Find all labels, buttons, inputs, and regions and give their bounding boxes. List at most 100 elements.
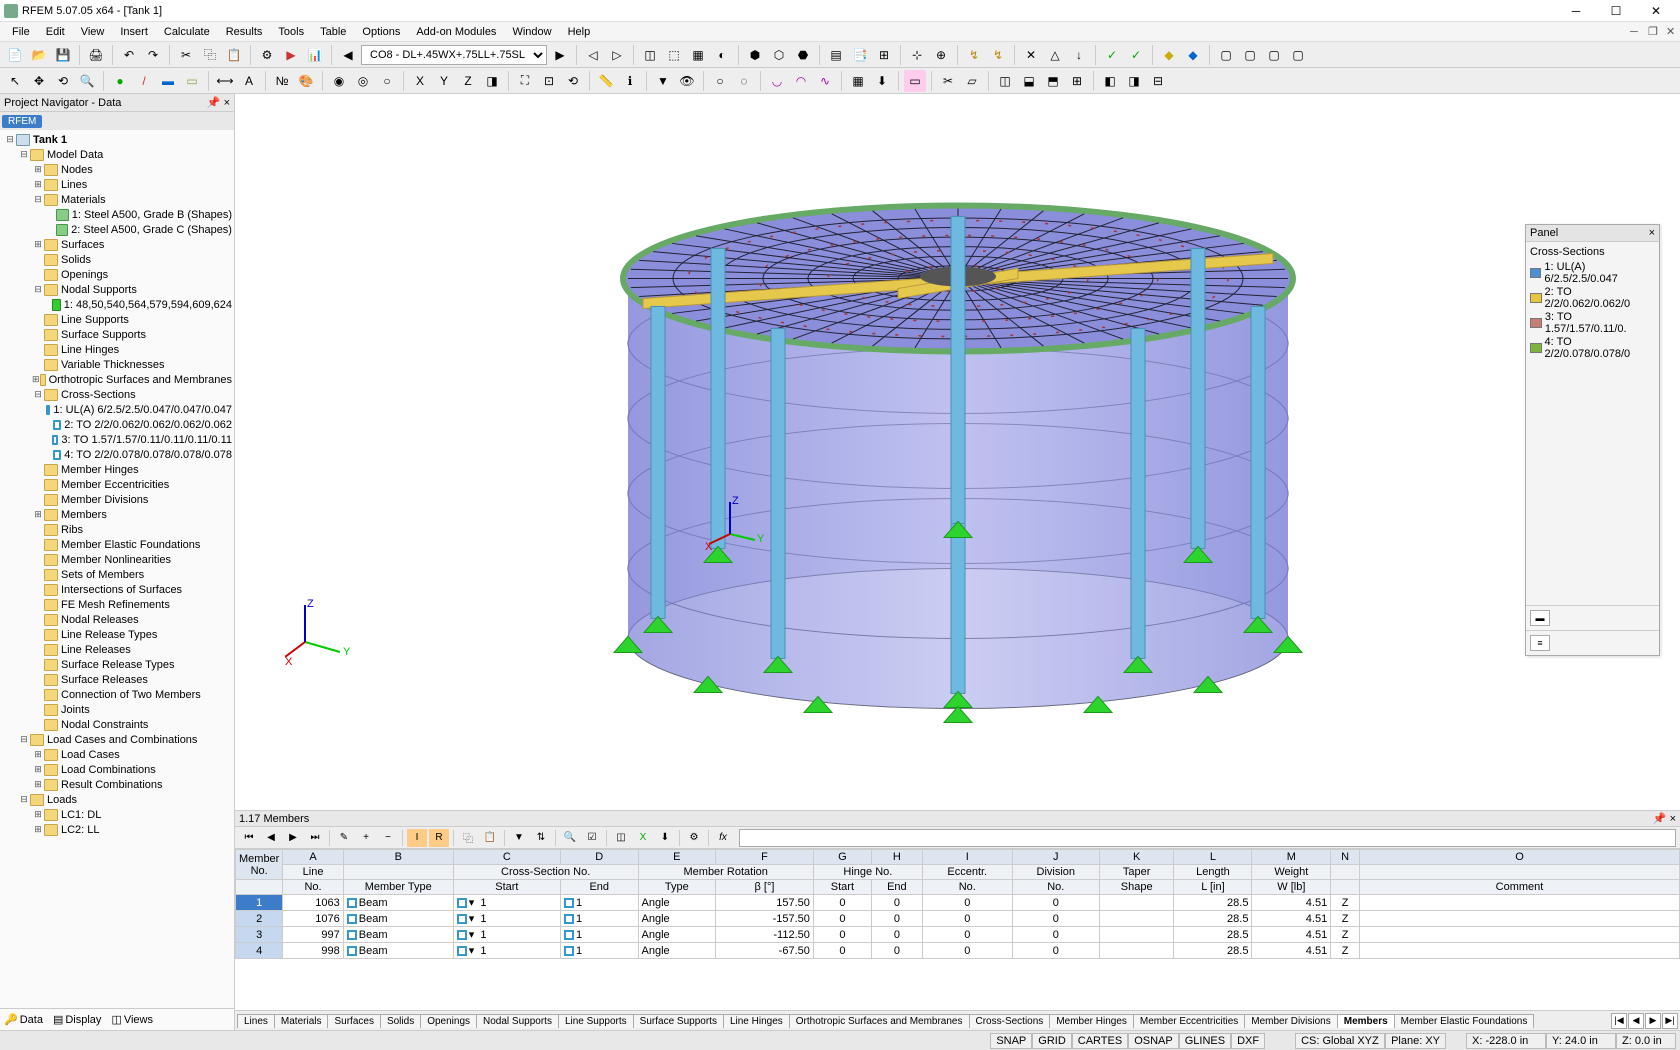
tool-b-icon[interactable]: ⬡	[768, 44, 790, 66]
menu-table[interactable]: Table	[312, 26, 354, 38]
line-icon[interactable]: /	[133, 70, 155, 92]
calc-icon[interactable]: ▶	[280, 44, 302, 66]
close-button[interactable]: ✕	[1636, 0, 1676, 22]
show1-icon[interactable]: ◉	[328, 70, 350, 92]
tree-line_releases[interactable]: Line Releases	[0, 642, 234, 657]
tree-line_hinges[interactable]: Line Hinges	[0, 342, 234, 357]
mdi-minimize-icon[interactable]: ─	[1622, 26, 1640, 38]
zoomall-icon[interactable]: ⛶	[514, 70, 536, 92]
tbl-filter-icon[interactable]: ▼	[509, 829, 529, 847]
tree-lc1[interactable]: ⊞LC1: DL	[0, 807, 234, 822]
nav-close-icon[interactable]: ×	[224, 97, 230, 109]
sel-icon[interactable]: ↯	[963, 44, 985, 66]
tree-materials[interactable]: ⊟Materials	[0, 192, 234, 207]
next-lc-icon[interactable]: ▶	[549, 44, 571, 66]
zoomwin-icon[interactable]: ⊡	[538, 70, 560, 92]
def1-icon[interactable]: ◡	[766, 70, 788, 92]
mdi-restore-icon[interactable]: ❐	[1640, 25, 1658, 38]
load-icon[interactable]: ↓	[1068, 44, 1090, 66]
tree-surface_releases[interactable]: Surface Releases	[0, 672, 234, 687]
tbl-view-icon[interactable]: ◫	[611, 829, 631, 847]
tbl-results-icon[interactable]: R	[429, 829, 449, 847]
cut-icon[interactable]: ✂	[175, 44, 197, 66]
tree-member_div[interactable]: Member Divisions	[0, 492, 234, 507]
units-icon[interactable]: ⚙	[256, 44, 278, 66]
tree-sets_members[interactable]: Sets of Members	[0, 567, 234, 582]
tree-member_ef[interactable]: Member Elastic Foundations	[0, 537, 234, 552]
panel-close-icon[interactable]: ×	[1649, 227, 1655, 239]
status-cartes[interactable]: CARTES	[1072, 1033, 1128, 1049]
def2-icon[interactable]: ◠	[790, 70, 812, 92]
move-icon[interactable]: ✥	[28, 70, 50, 92]
table-tab-members[interactable]: Members	[1337, 1014, 1395, 1028]
viso-icon[interactable]: ◨	[481, 70, 503, 92]
tree-cross_sections[interactable]: ⊟Cross-Sections	[0, 387, 234, 402]
mesh-icon[interactable]: ▦	[847, 70, 869, 92]
table-tab-lines[interactable]: Lines	[237, 1014, 275, 1028]
nav-tab-views[interactable]: ◫Views	[111, 1013, 153, 1026]
tbl-first-icon[interactable]: ⏮	[239, 829, 259, 847]
status-osnap[interactable]: OSNAP	[1128, 1033, 1179, 1049]
vx-icon[interactable]: X	[409, 70, 431, 92]
tree-model_data[interactable]: ⊟Model Data	[0, 147, 234, 162]
tbl-last-icon[interactable]: ⏭	[305, 829, 325, 847]
tree-orthotropic[interactable]: ⊞Orthotropic Surfaces and Membranes	[0, 372, 234, 387]
tbl-paste-icon[interactable]: 📋	[480, 829, 500, 847]
tree-surfaces[interactable]: ⊞Surfaces	[0, 237, 234, 252]
table-close-icon[interactable]: ×	[1670, 813, 1676, 825]
status-dxf[interactable]: DXF	[1231, 1033, 1265, 1049]
table-tab-nodal-supports[interactable]: Nodal Supports	[476, 1014, 559, 1028]
rotate-icon[interactable]: ⟲	[52, 70, 74, 92]
tree-line_supports[interactable]: Line Supports	[0, 312, 234, 327]
table-tab-member-eccentricities[interactable]: Member Eccentricities	[1133, 1014, 1245, 1028]
tree-cs4[interactable]: 4: TO 2/2/0.078/0.078/0.078/0.078	[0, 447, 234, 462]
win-1-icon[interactable]: ◫	[994, 70, 1016, 92]
tbl-edit-icon[interactable]: ✎	[334, 829, 354, 847]
status-snap[interactable]: SNAP	[990, 1033, 1032, 1049]
tree-mat2[interactable]: 2: Steel A500, Grade C (Shapes)	[0, 222, 234, 237]
tree-ribs[interactable]: Ribs	[0, 522, 234, 537]
tree-line_release_types[interactable]: Line Release Types	[0, 627, 234, 642]
def3-icon[interactable]: ∿	[814, 70, 836, 92]
solid-icon[interactable]: ▦	[687, 44, 709, 66]
panel-tab1-icon[interactable]: ▬	[1530, 610, 1550, 626]
vz-icon[interactable]: Z	[457, 70, 479, 92]
tree-cs2[interactable]: 2: TO 2/2/0.062/0.062/0.062/0.062	[0, 417, 234, 432]
grid-icon[interactable]: ⊹	[906, 44, 928, 66]
table-tab-member-divisions[interactable]: Member Divisions	[1244, 1014, 1337, 1028]
copy-icon[interactable]: ⿻	[199, 44, 221, 66]
menu-file[interactable]: File	[4, 26, 38, 38]
module-icon[interactable]: ⊞	[873, 44, 895, 66]
node-icon[interactable]: ●	[109, 70, 131, 92]
color-icon[interactable]: 🎨	[295, 70, 317, 92]
text-icon[interactable]: A	[238, 70, 260, 92]
tree-cs3[interactable]: 3: TO 1.57/1.57/0.11/0.11/0.11/0.11	[0, 432, 234, 447]
tool-c-icon[interactable]: ⬣	[792, 44, 814, 66]
tree-result_combinations[interactable]: ⊞Result Combinations	[0, 777, 234, 792]
tree-member_ecc[interactable]: Member Eccentricities	[0, 477, 234, 492]
clip-icon[interactable]: ✂	[937, 70, 959, 92]
dpanel-icon[interactable]: ▭	[904, 70, 926, 92]
misc4-icon[interactable]: ▢	[1287, 44, 1309, 66]
table-row[interactable]: 3997Beam▾ 11Angle-112.50000028.54.51Z	[236, 927, 1680, 943]
menu-insert[interactable]: Insert	[112, 26, 156, 38]
tree-nodal_constraints[interactable]: Nodal Constraints	[0, 717, 234, 732]
tbl-sort-icon[interactable]: ⇅	[531, 829, 551, 847]
view-icon[interactable]: ◫	[639, 44, 661, 66]
table-tab-surfaces[interactable]: Surfaces	[327, 1014, 380, 1028]
table-pin-icon[interactable]: 📌	[1653, 813, 1667, 825]
menu-results[interactable]: Results	[218, 26, 271, 38]
tbl-next-icon[interactable]: ▶	[283, 829, 303, 847]
snap-icon[interactable]: ⊕	[930, 44, 952, 66]
misc1-icon[interactable]: ▢	[1215, 44, 1237, 66]
paste-icon[interactable]: 📋	[223, 44, 245, 66]
member-icon[interactable]: ▬	[157, 70, 179, 92]
table-tab-member-elastic-foundations[interactable]: Member Elastic Foundations	[1394, 1014, 1535, 1028]
tab-last-icon[interactable]: ▶|	[1662, 1013, 1678, 1029]
loadcase-combo[interactable]: CO8 - DL+.45WX+.75LL+.75SL	[361, 45, 547, 65]
tree-load_combinations[interactable]: ⊞Load Combinations	[0, 762, 234, 777]
print-icon[interactable]: 🖨	[85, 44, 107, 66]
tree-cs1[interactable]: 1: UL(A) 6/2.5/2.5/0.047/0.047/0.047	[0, 402, 234, 417]
table-tab-surface-supports[interactable]: Surface Supports	[633, 1014, 724, 1028]
table-tab-line-hinges[interactable]: Line Hinges	[723, 1014, 790, 1028]
